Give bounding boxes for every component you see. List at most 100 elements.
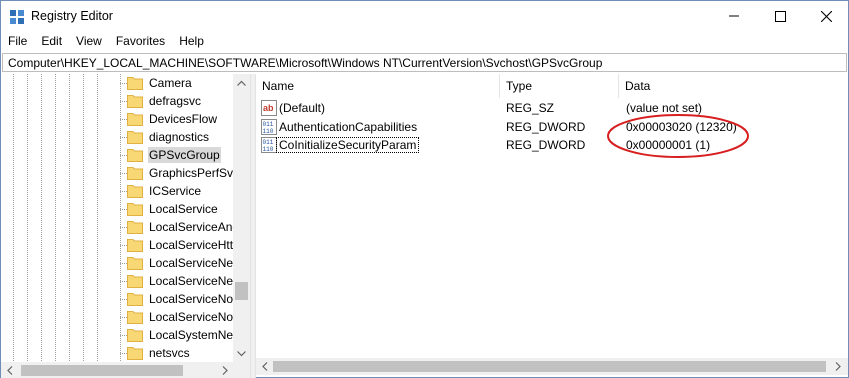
tree-item-label: LocalServiceHtt [149, 238, 233, 252]
value-type: REG_DWORD [506, 138, 586, 152]
folder-icon [127, 149, 143, 162]
chevron-left-icon [261, 362, 267, 371]
value-row[interactable]: ab (Default) REG_SZ (value not set) [256, 99, 848, 117]
minimize-icon [729, 15, 739, 17]
maximize-icon [774, 10, 786, 22]
tree-item[interactable]: LocalServiceNet [127, 272, 233, 290]
tree-item-label: LocalService [149, 202, 218, 216]
tree-item-label: LocalServiceNet [149, 256, 233, 270]
tree-item[interactable]: LocalServiceNol [127, 290, 233, 308]
chevron-right-icon [835, 362, 841, 371]
close-button[interactable] [803, 1, 849, 31]
tree-item-label: DevicesFlow [149, 112, 218, 126]
scroll-up-button[interactable] [233, 74, 250, 91]
tree-item-label: diagnostics [149, 130, 210, 144]
value-row[interactable]: 011 110 AuthenticationCapabilities REG_D… [256, 118, 848, 136]
tree-item-label: ICService [149, 184, 202, 198]
tree-item[interactable]: GraphicsPerfSvc [127, 164, 233, 182]
folder-icon [127, 185, 143, 198]
tree-item[interactable]: LocalServiceNet [127, 254, 233, 272]
tree-horizontal-scrollbar[interactable] [1, 362, 250, 378]
value-row[interactable]: 011 110 CoInitializeSecurityParam REG_DW… [256, 136, 848, 154]
value-name-focused: CoInitializeSecurityParam [276, 137, 420, 153]
menu-view[interactable]: View [69, 31, 109, 51]
tree-item-label: Camera [149, 76, 192, 90]
svg-text:011: 011 [263, 121, 274, 128]
menu-edit[interactable]: Edit [34, 31, 69, 51]
folder-icon [127, 311, 143, 324]
list-horizontal-thumb[interactable] [273, 361, 826, 372]
dword-value-icon: 011 110 [261, 119, 277, 135]
folder-icon [127, 167, 143, 180]
scroll-left-button[interactable] [1, 362, 18, 378]
tree-item[interactable]: LocalServiceHtt [127, 236, 233, 254]
value-name: (Default) [279, 101, 326, 115]
tree-vertical-scrollbar[interactable] [233, 74, 250, 362]
tree-item[interactable]: netsvcs [127, 344, 233, 362]
tree-item[interactable]: LocalServiceAnd [127, 218, 233, 236]
folder-icon [127, 329, 143, 342]
menu-bar: File Edit View Favorites Help [1, 31, 848, 51]
menu-help[interactable]: Help [172, 31, 211, 51]
tree-item[interactable]: LocalService [127, 200, 233, 218]
menu-favorites[interactable]: Favorites [109, 31, 172, 51]
value-type: REG_SZ [506, 101, 555, 115]
tree-horizontal-thumb[interactable] [21, 365, 183, 376]
window-title: Registry Editor [31, 9, 113, 23]
menu-file[interactable]: File [1, 31, 34, 51]
svg-text:110: 110 [263, 146, 274, 153]
svg-text:110: 110 [263, 128, 274, 135]
folder-icon [127, 293, 143, 306]
folder-icon [127, 257, 143, 270]
scroll-right-button[interactable] [216, 362, 233, 378]
value-data: (value not set) [626, 101, 703, 115]
folder-icon [127, 113, 143, 126]
tree-item-label: LocalServiceNol [149, 292, 233, 306]
value-name: CoInitializeSecurityParam [276, 137, 420, 153]
close-icon [820, 10, 832, 22]
scroll-left-button[interactable] [256, 358, 273, 375]
chevron-right-icon [222, 366, 228, 375]
svg-text:011: 011 [263, 139, 274, 146]
tree-item-label: LocalServiceNol [149, 310, 233, 324]
folder-icon [127, 275, 143, 288]
address-bar[interactable]: Computer\HKEY_LOCAL_MACHINE\SOFTWARE\Mic… [2, 53, 847, 72]
folder-icon [127, 221, 143, 234]
tree-item-label: netsvcs [149, 346, 190, 360]
scroll-down-button[interactable] [233, 345, 250, 362]
tree-item[interactable]: GPSvcGroup [127, 146, 233, 164]
title-bar[interactable]: Registry Editor [1, 1, 848, 31]
list-horizontal-scrollbar[interactable] [256, 358, 848, 375]
chevron-down-icon [237, 350, 246, 356]
tree-item[interactable]: ICService [127, 182, 233, 200]
scroll-right-button[interactable] [829, 358, 846, 375]
key-tree-pane[interactable]: Camera defragsvc DevicesFlow diagnostics GPS… [1, 74, 250, 362]
tree-item-label: LocalServiceNet [149, 274, 233, 288]
tree-item-label: GPSvcGroup [148, 147, 221, 163]
tree-item[interactable]: DevicesFlow [127, 110, 233, 128]
minimize-button[interactable] [711, 1, 757, 31]
tree-item[interactable]: LocalSystemNet [127, 326, 233, 344]
column-header-name[interactable]: Name [256, 79, 294, 97]
tree-item-label: GraphicsPerfSvc [149, 166, 233, 180]
tree-connector-lines [13, 74, 127, 362]
values-list-pane[interactable]: Name Type Data ab (Default) REG_SZ (valu… [256, 74, 848, 358]
value-name: AuthenticationCapabilities [279, 120, 418, 134]
column-header-data[interactable]: Data [619, 79, 650, 97]
folder-icon [127, 77, 143, 90]
folder-icon [127, 347, 143, 360]
maximize-button[interactable] [757, 1, 803, 31]
tree-item[interactable]: defragsvc [127, 92, 233, 110]
tree-item-label: defragsvc [149, 94, 202, 108]
tree-item[interactable]: diagnostics [127, 128, 233, 146]
column-header-type[interactable]: Type [500, 79, 532, 97]
tree-item[interactable]: LocalServiceNol [127, 308, 233, 326]
folder-icon [127, 131, 143, 144]
dword-value-icon: 011 110 [261, 137, 277, 153]
value-data: 0x00003020 (12320) [626, 120, 737, 134]
tree-scroll-thumb[interactable] [235, 282, 248, 300]
chevron-up-icon [237, 80, 246, 86]
folder-icon [127, 95, 143, 108]
string-value-icon: ab [261, 100, 277, 116]
tree-item[interactable]: Camera [127, 74, 233, 92]
